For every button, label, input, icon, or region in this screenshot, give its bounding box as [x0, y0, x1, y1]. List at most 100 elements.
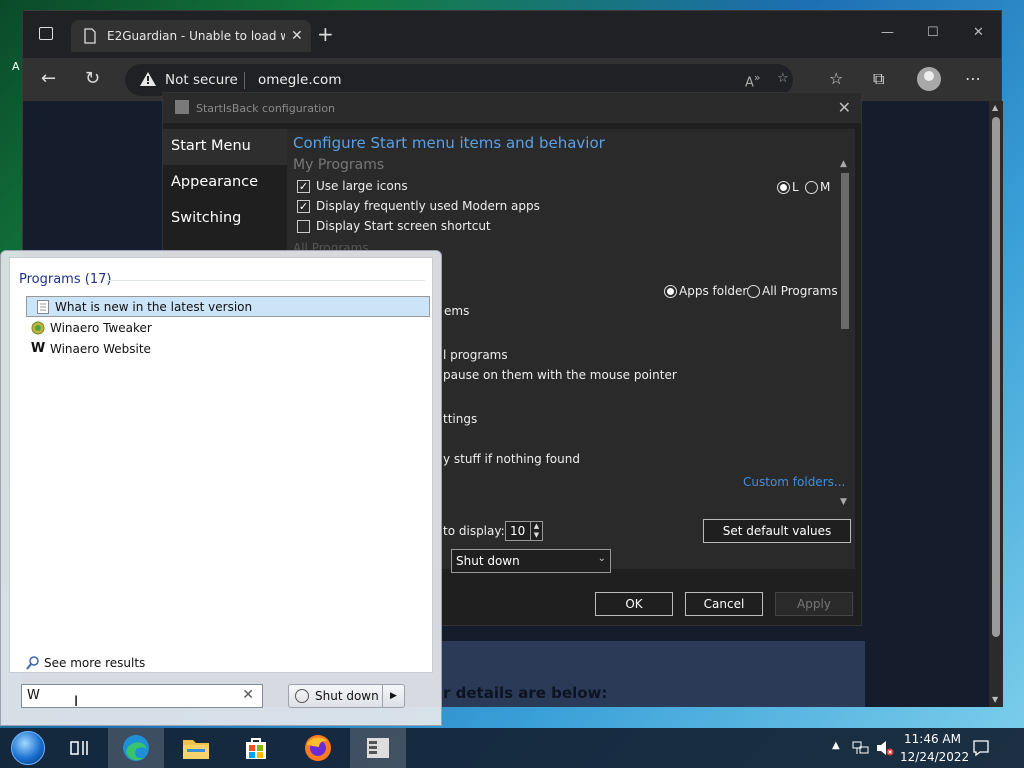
scroll-thumb[interactable] [992, 117, 1000, 637]
startisback-icon [367, 738, 389, 758]
back-icon[interactable]: ← [41, 68, 56, 89]
winaero-tweaker-icon [30, 320, 46, 336]
network-icon[interactable] [852, 740, 870, 756]
document-icon [35, 299, 51, 315]
checkbox-box[interactable] [297, 219, 310, 233]
section-my-programs: My Programs [293, 157, 385, 173]
clock-date[interactable]: 12/24/2022 [900, 750, 969, 764]
taskbar: ▲ 11:46 AM 12/24/2022 [0, 728, 1024, 768]
add-favorite-icon[interactable]: ☆ [777, 71, 789, 86]
start-screen-shortcut-checkbox[interactable]: Display Start screen shortcut [297, 219, 491, 233]
maximize-icon[interactable]: ☐ [927, 25, 939, 40]
start-menu: Programs (17) What is new in the latest … [0, 250, 442, 726]
checkbox-box[interactable]: ✓ [297, 179, 310, 193]
scroll-down-icon[interactable]: ▼ [992, 695, 998, 704]
start-button[interactable] [0, 728, 56, 768]
nav-appearance[interactable]: Appearance [171, 174, 258, 190]
task-view-button[interactable] [52, 728, 108, 768]
power-icon [295, 689, 309, 703]
text-cursor-icon: I [74, 694, 79, 710]
spinner-arrows-icon[interactable]: ▲ ▼ [530, 522, 542, 540]
taskbar-file-explorer[interactable] [168, 728, 224, 768]
all-programs-radio[interactable]: All Programs [747, 284, 838, 298]
read-aloud-icon[interactable]: A» [745, 71, 761, 90]
volume-muted-icon[interactable] [876, 740, 894, 756]
favorites-icon[interactable]: ☆ [829, 69, 843, 88]
taskbar-startisback[interactable] [350, 728, 406, 768]
firefox-icon [305, 735, 331, 761]
shutdown-options-arrow-icon[interactable]: ▶ [382, 685, 404, 707]
apps-folder-radio[interactable]: Apps folder [664, 284, 747, 298]
see-more-results-link[interactable]: See more results [26, 656, 145, 670]
search-results-panel: Programs (17) What is new in the latest … [9, 257, 433, 673]
cancel-button[interactable]: Cancel [685, 592, 763, 616]
browser-tab[interactable]: E2Guardian - Unable to load web page ✕ [71, 20, 311, 52]
scroll-down-icon[interactable]: ▼ [840, 497, 847, 507]
result-winaero-tweaker[interactable]: Winaero Tweaker [26, 317, 430, 338]
app-icon [175, 100, 189, 114]
set-default-values-button[interactable]: Set default values [703, 519, 851, 543]
settings-scrollbar[interactable]: ▲ ▼ [839, 159, 851, 509]
notifications-icon[interactable] [972, 739, 990, 757]
warning-icon [140, 72, 156, 86]
size-m-radio[interactable]: M [805, 180, 830, 194]
checkbox-box[interactable]: ✓ [297, 199, 310, 213]
start-orb-icon [11, 731, 45, 765]
nav-start-menu[interactable]: Start Menu [171, 138, 251, 154]
task-view-icon [70, 741, 88, 755]
page-scrollbar[interactable]: ▲ ▼ [989, 101, 1003, 707]
url-text[interactable]: omegle.com [258, 72, 341, 88]
tab-actions-icon[interactable] [39, 27, 53, 40]
dialog-title: StartIsBack configuration [196, 102, 336, 115]
apply-button[interactable]: Apply [775, 592, 853, 616]
chevron-down-icon: ⌄ [597, 553, 606, 564]
more-menu-icon[interactable]: ⋯ [965, 69, 981, 88]
shutdown-button[interactable]: Shut down ▶ [288, 684, 405, 708]
scroll-thumb[interactable] [841, 173, 849, 329]
result-winaero-website[interactable]: W Winaero Website [26, 338, 430, 359]
option-text-5: y stuff if nothing found [443, 452, 580, 466]
clear-search-icon[interactable]: ✕ [242, 687, 254, 703]
new-tab-icon[interactable]: + [317, 24, 334, 44]
refresh-icon[interactable]: ↻ [85, 68, 100, 89]
ok-button[interactable]: OK [595, 592, 673, 616]
use-large-icons-checkbox[interactable]: ✓ Use large icons [297, 179, 408, 193]
taskbar-store[interactable] [228, 728, 284, 768]
scroll-up-icon[interactable]: ▲ [992, 103, 998, 112]
items-to-display-label: to display: [443, 524, 505, 538]
taskbar-firefox[interactable] [290, 728, 346, 768]
address-separator [244, 72, 245, 89]
collections-icon[interactable]: ⧉ [873, 69, 884, 89]
nav-switching[interactable]: Switching [171, 210, 241, 226]
folder-icon [183, 740, 209, 759]
frequent-modern-apps-checkbox[interactable]: ✓ Display frequently used Modern apps [297, 199, 540, 213]
edge-icon [123, 735, 149, 761]
group-divider [105, 280, 425, 281]
option-text-1: ems [444, 304, 470, 318]
minimize-icon[interactable]: — [881, 25, 894, 40]
option-text-3: pause on them with the mouse pointer [443, 368, 677, 382]
close-dialog-icon[interactable]: ✕ [838, 98, 851, 117]
tab-title: E2Guardian - Unable to load web page [107, 29, 285, 43]
items-count-spinner[interactable]: 10 ▲ ▼ [505, 521, 543, 541]
browser-titlebar: E2Guardian - Unable to load web page ✕ +… [23, 11, 1001, 58]
close-tab-icon[interactable]: ✕ [291, 28, 303, 44]
scroll-up-icon[interactable]: ▲ [840, 159, 847, 169]
winaero-website-icon: W [30, 341, 46, 356]
profile-avatar[interactable] [917, 67, 941, 91]
power-action-select[interactable]: Shut down ⌄ [451, 549, 611, 573]
page-details-text: r details are below: [443, 684, 608, 702]
show-hidden-icons[interactable]: ▲ [832, 740, 840, 751]
option-text-2: l programs [443, 348, 508, 362]
not-secure-label[interactable]: Not secure [165, 72, 238, 88]
taskbar-edge[interactable] [108, 728, 164, 768]
start-search-input[interactable]: W ✕ [21, 684, 263, 708]
store-icon [246, 738, 266, 759]
option-text-4: ttings [443, 412, 478, 426]
close-window-icon[interactable]: ✕ [973, 25, 984, 40]
result-whats-new[interactable]: What is new in the latest version [26, 296, 430, 317]
programs-group-header: Programs (17) [19, 272, 112, 287]
clock-time[interactable]: 11:46 AM [904, 732, 961, 746]
custom-folders-link[interactable]: Custom folders... [743, 475, 845, 489]
size-l-radio[interactable]: L [777, 180, 799, 194]
